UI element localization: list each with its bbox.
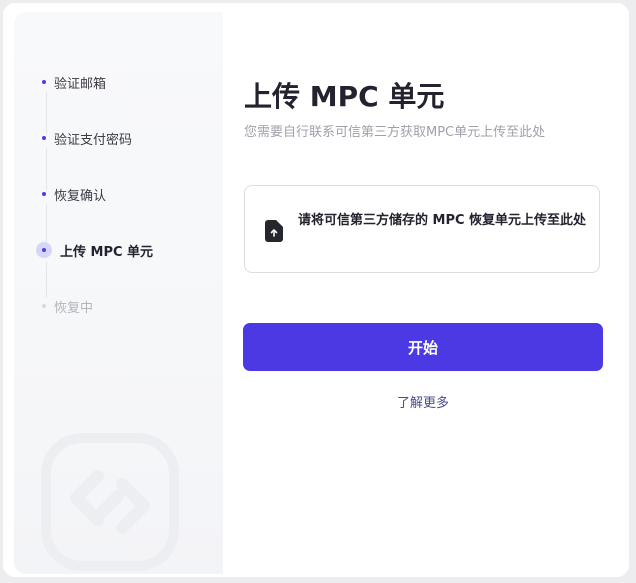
step-connector	[46, 148, 47, 190]
step-connector	[46, 92, 47, 134]
upload-instruction: 请将可信第三方储存的 MPC 恢复单元上传至此处	[298, 213, 587, 228]
learn-more-link[interactable]: 了解更多	[243, 392, 603, 411]
step-dot	[42, 304, 46, 308]
page-title: 上传 MPC 单元	[244, 80, 445, 113]
step-active-dot	[36, 242, 52, 258]
step-label: 上传 MPC 单元	[60, 244, 154, 260]
mpc-upload-dropzone[interactable]: 请将可信第三方储存的 MPC 恢复单元上传至此处	[244, 185, 600, 273]
start-button[interactable]: 开始	[243, 323, 603, 371]
steps-sidebar: 验证邮箱 验证支付密码 恢复确认 上传 MPC 单元 恢复中	[14, 12, 223, 574]
step-label: 恢复确认	[54, 188, 107, 204]
step-dot	[42, 80, 46, 84]
step-label: 验证邮箱	[54, 76, 107, 92]
page-subtitle: 您需要自行联系可信第三方获取MPC单元上传至此处	[244, 125, 546, 140]
file-upload-icon	[265, 220, 283, 242]
step-label: 恢复中	[54, 300, 94, 316]
step-label: 验证支付密码	[54, 132, 133, 148]
link-watermark-icon	[41, 433, 179, 571]
step-dot	[42, 136, 46, 140]
step-dot	[42, 192, 46, 196]
step-connector	[46, 262, 47, 298]
step-connector	[46, 204, 47, 242]
recovery-card: 验证邮箱 验证支付密码 恢复确认 上传 MPC 单元 恢复中 上传 MPC 单元…	[3, 3, 629, 577]
